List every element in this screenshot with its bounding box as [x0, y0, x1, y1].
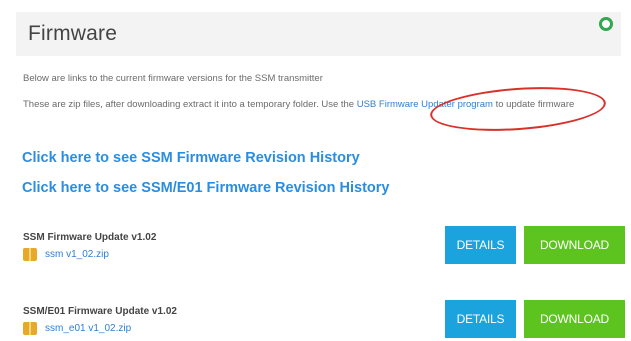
firmware-item-ssm-e01: SSM/E01 Firmware Update v1.02 ssm_e01 v1… — [23, 300, 625, 338]
firmware-file-link[interactable]: ssm_e01 v1_02.zip — [45, 323, 131, 334]
zip-file-icon — [23, 248, 37, 261]
download-button[interactable]: DOWNLOAD — [524, 300, 625, 338]
details-button[interactable]: DETAILS — [445, 226, 516, 264]
ssm-e01-revision-history-link[interactable]: Click here to see SSM/E01 Firmware Revis… — [22, 180, 389, 196]
firmware-panel-header: Firmware — [16, 12, 621, 56]
firmware-file-link[interactable]: ssm v1_02.zip — [45, 249, 109, 260]
download-button[interactable]: DOWNLOAD — [524, 226, 625, 264]
ssm-revision-history-link[interactable]: Click here to see SSM Firmware Revision … — [22, 150, 360, 166]
highlight-circle-annotation — [428, 81, 608, 137]
intro-text-1: Below are links to the current firmware … — [23, 73, 323, 84]
firmware-item-ssm: SSM Firmware Update v1.02 ssm v1_02.zip … — [23, 226, 625, 264]
intro-text-2-before: These are zip files, after downloading e… — [23, 99, 357, 110]
panel-title: Firmware — [28, 22, 118, 45]
firmware-file: ssm v1_02.zip — [23, 248, 109, 261]
collapse-toggle-icon[interactable] — [599, 17, 613, 31]
details-button[interactable]: DETAILS — [445, 300, 516, 338]
firmware-file: ssm_e01 v1_02.zip — [23, 322, 131, 335]
zip-file-icon — [23, 322, 37, 335]
